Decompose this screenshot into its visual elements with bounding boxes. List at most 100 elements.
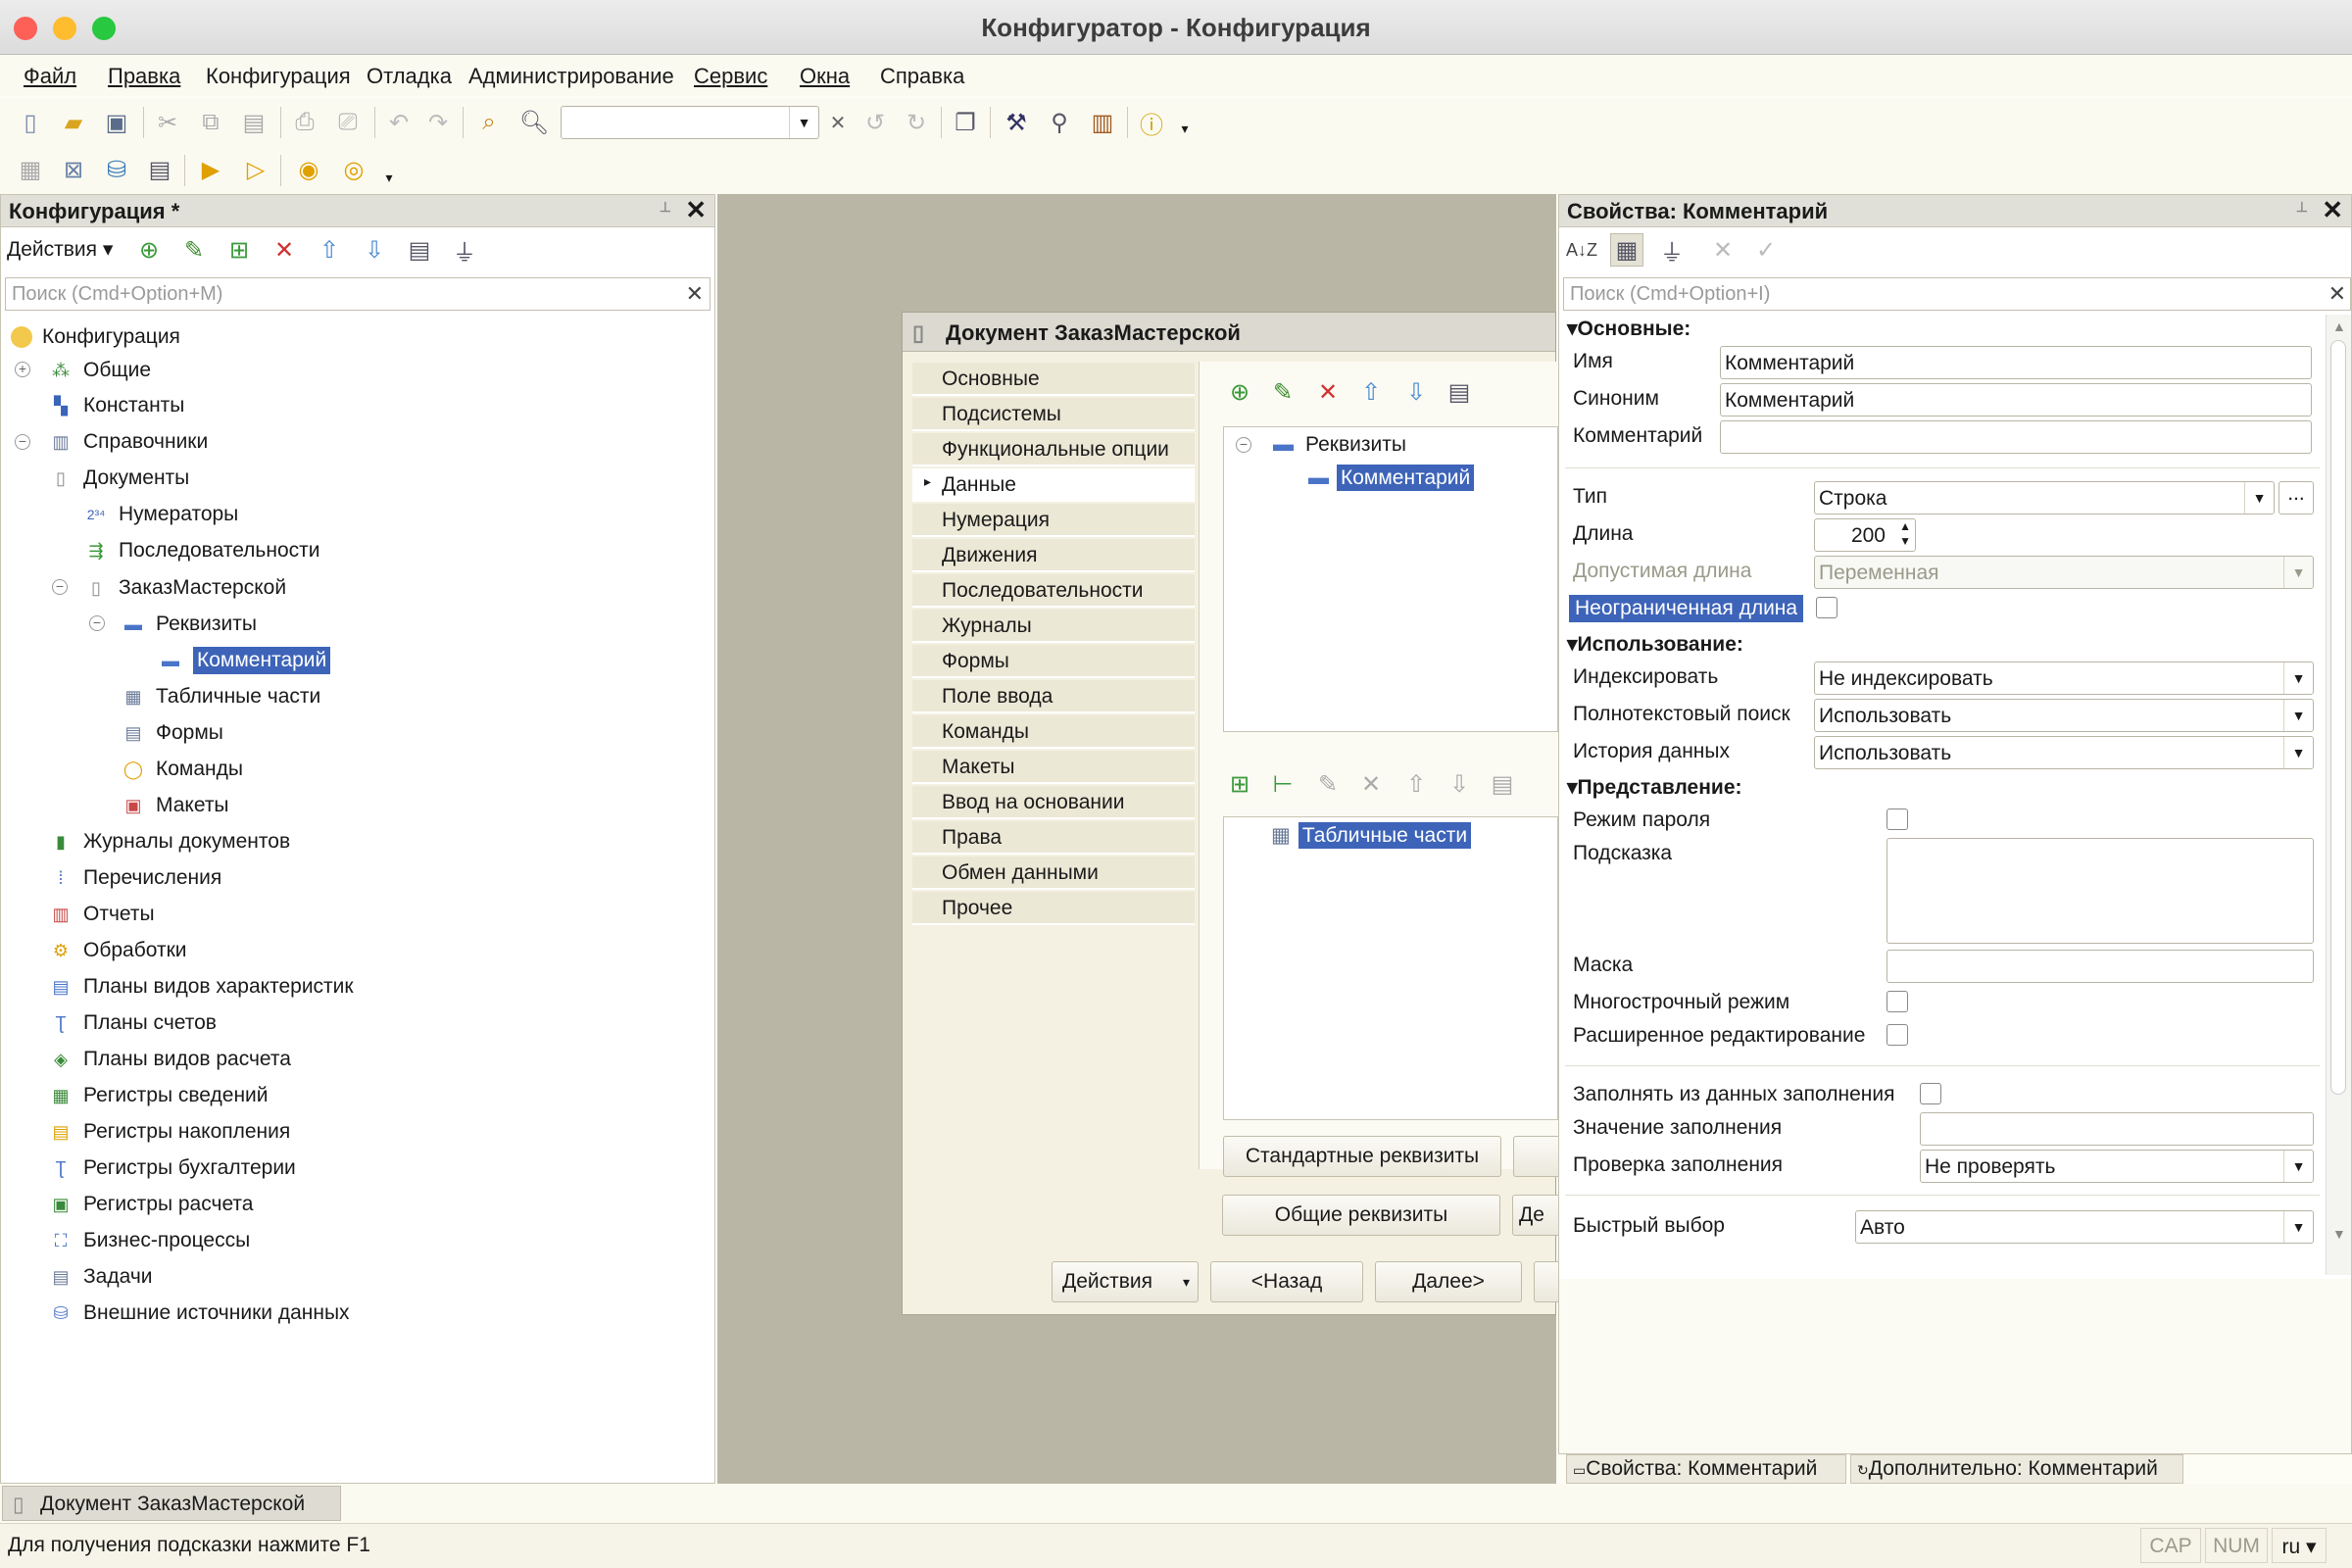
fill-check-field[interactable]: Не проверять ▼ <box>1920 1150 2314 1183</box>
tree-item-accounting-registers[interactable]: Ʈ Регистры бухгалтерии <box>48 1152 296 1185</box>
save-icon[interactable]: ▣ <box>100 106 133 139</box>
type-select-button[interactable]: ... <box>2278 481 2314 514</box>
table-icon[interactable]: ▤ <box>143 153 176 186</box>
stepper-icon[interactable]: ▲ ▼ <box>1899 519 1911 549</box>
add-child-icon[interactable]: ⊞ <box>222 233 256 267</box>
print-icon[interactable]: ⎙ <box>288 106 321 139</box>
cancel-icon[interactable]: ✕ <box>1706 233 1740 267</box>
menu-debug[interactable]: Отладка <box>367 64 452 89</box>
properties-scrollbar[interactable]: ▲ ▼ <box>2326 315 2351 1275</box>
windows-icon[interactable]: ❐ <box>949 106 982 139</box>
tree-item-dataprocessors[interactable]: ⚙ Обработки <box>48 934 187 967</box>
collapse-icon[interactable]: − <box>15 434 30 450</box>
quick-choice-field[interactable]: Авто ▼ <box>1855 1210 2314 1244</box>
fill-from-checkbox[interactable] <box>1920 1083 1941 1104</box>
tabular-sort-icon[interactable]: ▤ <box>1486 767 1519 801</box>
tab-additional[interactable]: ↻Дополнительно: Комментарий <box>1850 1454 2183 1484</box>
info-icon[interactable]: ⓘ <box>1135 106 1168 139</box>
help-book-icon[interactable]: ▥ <box>1086 106 1119 139</box>
menu-administration[interactable]: Администрирование <box>468 64 674 89</box>
menu-service[interactable]: Сервис <box>694 64 767 89</box>
tab-main[interactable]: Основные <box>912 363 1195 396</box>
tree-item-external-sources[interactable]: ⛁ Внешние источники данных <box>48 1297 349 1330</box>
tree-item-tabular[interactable]: ▦ Табличные части <box>121 680 320 713</box>
collapse-icon[interactable]: − <box>52 579 68 595</box>
close-panel-icon[interactable]: ✕ <box>685 195 707 225</box>
menu-configuration[interactable]: Конфигурация <box>206 64 351 89</box>
move-down-icon[interactable]: ⇩ <box>1399 375 1433 409</box>
tab-data[interactable]: ▸ Данные <box>912 468 1195 502</box>
tab-commands[interactable]: Команды <box>912 715 1195 749</box>
length-field[interactable]: 200 ▲ ▼ <box>1814 518 1916 552</box>
tree-item-tasks[interactable]: ▤ Задачи <box>48 1260 152 1294</box>
menu-windows[interactable]: Окна <box>800 64 850 89</box>
tab-numbering[interactable]: Нумерация <box>912 504 1195 537</box>
scrollbar-thumb[interactable] <box>2330 340 2346 1095</box>
tabular-down-icon[interactable]: ⇩ <box>1443 767 1476 801</box>
tree-item-chart-characteristics[interactable]: ▤ Планы видов характеристик <box>48 970 353 1004</box>
tree-item-calc-registers[interactable]: ▣ Регистры расчета <box>48 1188 253 1221</box>
toolbar-search-input[interactable]: ▼ <box>561 106 819 139</box>
chevron-down-icon[interactable]: ▼ <box>2283 557 2313 588</box>
edit-tabular-icon[interactable]: ✎ <box>1311 767 1345 801</box>
clear-search-icon[interactable]: ✕ <box>2328 281 2346 307</box>
redo-icon[interactable]: ↷ <box>421 106 455 139</box>
database-icon[interactable]: ⛁ <box>100 153 133 186</box>
tab-properties[interactable]: ▭Свойства: Комментарий <box>1566 1454 1846 1484</box>
tab-functional-options[interactable]: Функциональные опции <box>912 433 1195 466</box>
tree-item-catalogs[interactable]: ▥ Справочники <box>48 425 208 459</box>
cut-icon[interactable]: ✂ <box>151 106 184 139</box>
tree-item-chart-accounts[interactable]: Ʈ Планы счетов <box>48 1006 217 1040</box>
unlimited-length-checkbox[interactable] <box>1816 597 1838 618</box>
attribute-comment[interactable]: ▬ Комментарий <box>1308 465 1475 491</box>
wizard-icon[interactable]: ⚒ <box>1000 106 1033 139</box>
synonym-field[interactable]: Комментарий <box>1720 383 2312 416</box>
tree-item-reports[interactable]: ▥ Отчеты <box>48 898 154 931</box>
tree-item-document-order[interactable]: ▯ ЗаказМастерской <box>83 571 286 605</box>
edit-attribute-icon[interactable]: ✎ <box>1266 375 1299 409</box>
apply-icon[interactable]: ✓ <box>1749 233 1783 267</box>
add-attribute-icon[interactable]: ⊕ <box>1223 375 1256 409</box>
sort-icon[interactable]: ▤ <box>403 233 436 267</box>
tab-forms[interactable]: Формы <box>912 645 1195 678</box>
taskbar-item-document[interactable]: ▯ Документ ЗаказМастерской <box>2 1486 341 1521</box>
menu-file[interactable]: Файл <box>24 64 76 89</box>
close-panel-icon[interactable]: ✕ <box>2322 195 2343 225</box>
tree-item-templates[interactable]: ▣ Макеты <box>121 789 228 822</box>
delete-icon[interactable]: ✕ <box>268 233 301 267</box>
delete-attribute-icon[interactable]: ✕ <box>1311 375 1345 409</box>
tooltip-field[interactable] <box>1886 838 2314 944</box>
tab-based-on[interactable]: Ввод на основании <box>912 786 1195 819</box>
tree-item-sequences[interactable]: ⇶ Последовательности <box>83 534 319 567</box>
delete-tabular-icon[interactable]: ✕ <box>1354 767 1388 801</box>
tab-templates[interactable]: Макеты <box>912 751 1195 784</box>
standard-attributes-button[interactable]: Стандартные реквизиты <box>1223 1136 1501 1177</box>
tree-item-config[interactable]: Конфигурация <box>11 320 180 354</box>
run-debug-icon[interactable]: ▶ <box>194 153 227 186</box>
tab-subsystems[interactable]: Подсистемы <box>912 398 1195 431</box>
fulltext-field[interactable]: Использовать ▼ <box>1814 699 2314 732</box>
toolbar-more-icon[interactable]: ▾ <box>1168 112 1201 145</box>
scroll-up-icon[interactable]: ▲ <box>2332 318 2346 334</box>
syntax-helper-icon[interactable]: ⚲ <box>1043 106 1076 139</box>
sort-alpha-icon[interactable]: A↓Z <box>1565 233 1598 267</box>
comment-field[interactable] <box>1720 420 2312 454</box>
compare-icon[interactable]: ⊠ <box>57 153 90 186</box>
mask-field[interactable] <box>1886 950 2314 983</box>
clear-search-icon[interactable]: ✕ <box>821 106 855 139</box>
move-up-icon[interactable]: ⇧ <box>1354 375 1388 409</box>
password-mode-checkbox[interactable] <box>1886 808 1908 830</box>
open-folder-icon[interactable]: ▰ <box>57 106 90 139</box>
run-icon[interactable]: ▷ <box>239 153 272 186</box>
chevron-down-icon[interactable]: ▼ <box>2244 482 2274 514</box>
tree-item-commands[interactable]: ◯ Команды <box>121 753 243 786</box>
add-icon[interactable]: ⊕ <box>132 233 166 267</box>
search-next-icon[interactable]: ↻ <box>900 106 933 139</box>
clear-search-icon[interactable]: ✕ <box>686 281 704 307</box>
tree-item-common[interactable]: ⁂ Общие <box>48 354 151 387</box>
tab-sequences[interactable]: Последовательности <box>912 574 1195 608</box>
tabular-item[interactable]: ▦ Табличные части <box>1271 822 1472 849</box>
actions-dropdown[interactable]: Действия ▾ <box>1052 1261 1199 1302</box>
allowed-length-field[interactable]: Переменная ▼ <box>1814 556 2314 589</box>
find-in-tree-icon[interactable]: ⌕ <box>472 106 506 139</box>
